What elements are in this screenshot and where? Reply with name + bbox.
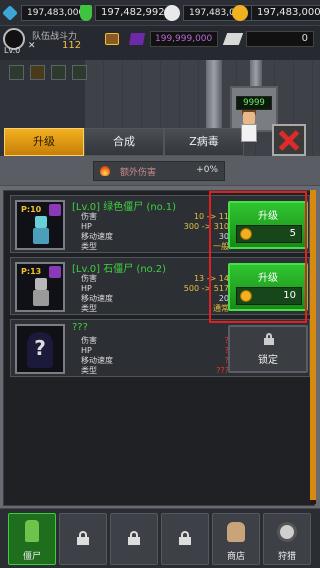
lock-icon [179,531,191,545]
nav-locked-3[interactable] [161,513,209,565]
close-button[interactable] [272,124,306,156]
stat-type: 类型 通常 [81,304,229,314]
skull-icon [164,5,180,21]
nav-locked-1[interactable] [59,513,107,565]
gold-count: 197,483,000 [251,5,320,21]
treasure-chest-icon[interactable] [105,33,119,45]
stat-damage: 伤害? [81,336,229,346]
potion-icon [80,5,92,21]
stat-label: 伤害 [81,336,97,345]
zombie-power: P:13 [21,267,42,276]
skill-icon [49,204,61,216]
out-damage-label: 额外伤害 [120,168,157,178]
highlight-box [209,191,307,323]
stat-label: HP [81,284,92,293]
nav-label: 狩猎 [277,552,296,562]
zombie-hand-icon [25,520,39,542]
stat-hp: HP 500 -> 517 [81,284,229,294]
zombie-power: P:10 [21,205,42,214]
zombie-title: [Lv.0] 石僵尸 (no.2) [72,264,167,275]
lock-icon [77,531,89,545]
bottom-nav: 僵尸 商店 狩猎 [0,508,320,568]
out-damage-value: +0% [196,165,218,175]
lock-icon [264,333,274,345]
stat-label: 类型 [81,304,97,313]
zombie-portrait[interactable]: P:10 [15,200,65,250]
tab-upgrade[interactable]: 升级 [4,128,84,156]
zombie-portrait: ? [15,324,65,374]
potion-count: 197,482,992 [95,5,171,21]
stat-hp: HP? [81,346,229,356]
fire-icon [100,166,110,176]
stat-label: 移动速度 [81,232,113,241]
stat-speed: 移动速度 20 [81,294,229,304]
tab-z-virus[interactable]: Z病毒 [164,128,244,156]
stat-label: 类型 [81,242,97,251]
pipe [206,60,222,130]
stat-label: 伤害 [81,212,97,221]
purple-gem-icon [128,33,146,45]
potion-resource: 197,482,992 [80,4,171,22]
nav-shop[interactable]: 商店 [212,513,260,565]
stat-speed: 移动速度 30 [81,232,229,242]
zombie-stats: 伤害 13 -> 14 HP 500 -> 517 移动速度 20 类型 通常 [81,274,229,314]
diamond-resource: 197,483,000 [2,4,91,22]
nav-locked-2[interactable] [110,513,158,565]
gem-count: 199,999,000 [150,31,218,47]
list-scrollbar[interactable] [310,190,316,504]
plate-count: 0 [246,31,314,47]
zombie-title: [Lv.0] 绿色僵尸 (no.1) [72,202,177,213]
stat-label: 伤害 [81,274,97,283]
stat-damage: 伤害 13 -> 14 [81,274,229,284]
stat-type: 类型 一般 [81,242,229,252]
stat-speed: 移动速度? [81,356,229,366]
stat-damage: 伤害 10 -> 11 [81,212,229,222]
stat-label: 移动速度 [81,294,113,303]
damage-bonus-bar: 额外伤害 +0% [0,156,320,186]
nav-label: 商店 [226,552,245,562]
player-level: Lv.0 [4,46,21,55]
question-mark-icon: ? [34,336,46,360]
locked-button-label: 锁定 [258,355,278,366]
scientist-character [240,110,258,144]
diamond-icon [2,5,18,21]
team-power-value: 112 [62,40,82,51]
stat-label: 移动速度 [81,356,113,365]
money-bag-icon [227,522,245,542]
stat-label: HP [81,222,92,231]
buff-icon[interactable] [9,65,24,80]
zombie-card-locked: ? ??? 伤害? HP? 移动速度? 类型??? 锁定 [10,319,310,377]
gas-mask-icon [277,522,297,542]
nav-label: 僵尸 [22,552,41,562]
machine-counter: 9999 [236,96,272,110]
green-zombie-sprite [31,216,51,244]
crossed-swords-icon: ✕ [28,41,36,51]
buff-icon[interactable] [30,65,45,80]
buff-icon[interactable] [51,65,66,80]
gold-coin-icon [232,5,248,21]
stone-zombie-sprite [31,278,51,306]
scroll-thumb[interactable] [310,190,316,500]
zombie-title: ??? [72,322,88,333]
nav-zombie[interactable]: 僵尸 [8,513,56,565]
locked-button[interactable]: 锁定 [228,325,308,373]
zombie-portrait[interactable]: P:13 [15,262,65,312]
buff-icon[interactable] [72,65,87,80]
zombie-stats: 伤害? HP? 移动速度? 类型??? [81,336,229,376]
gold-resource: 197,483,000 [232,4,320,22]
zombie-stats: 伤害 10 -> 11 HP 300 -> 310 移动速度 30 类型 一般 [81,212,229,252]
skill-icon [49,266,61,278]
stat-label: 类型 [81,366,97,375]
nav-hunt[interactable]: 狩猎 [263,513,311,565]
stat-hp: HP 300 -> 310 [81,222,229,232]
stat-label: HP [81,346,92,355]
out-damage-box: 额外伤害 +0% [93,161,225,181]
tab-combine[interactable]: 合成 [84,128,164,156]
lock-icon [128,531,140,545]
resource-bar: 197,483,000 197,482,992 197,483,000 197,… [0,0,320,26]
upgrade-tabs: 升级 合成 Z病毒 [0,128,265,156]
stat-type: 类型??? [81,366,229,376]
